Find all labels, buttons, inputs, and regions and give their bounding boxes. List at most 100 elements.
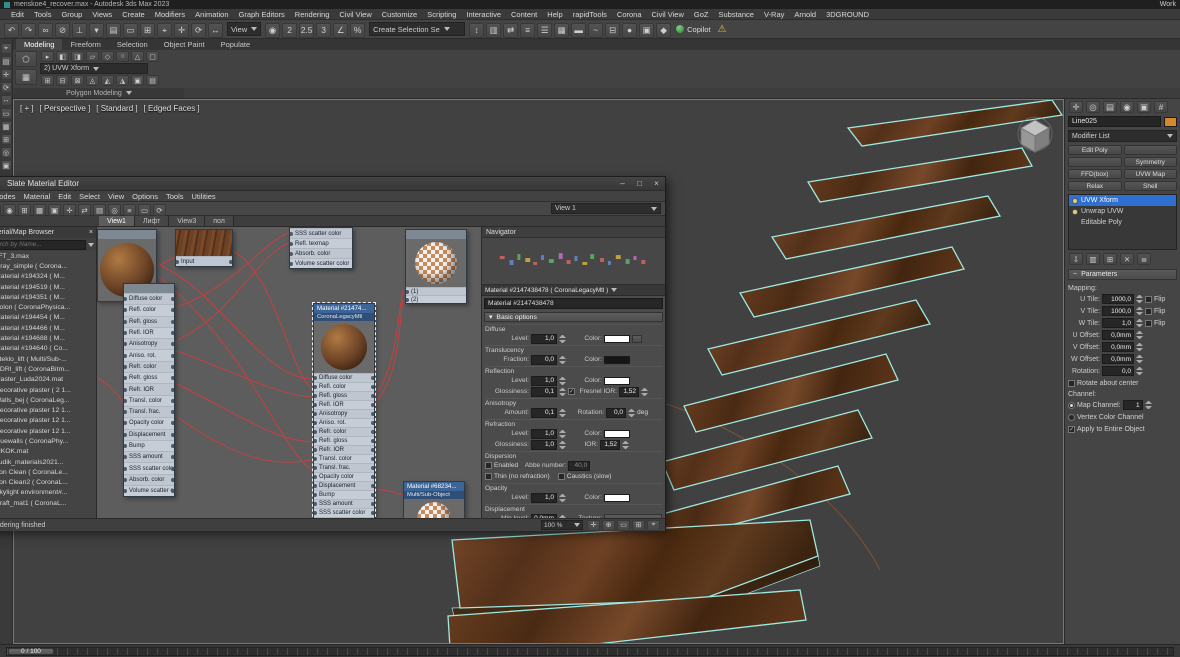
spinner[interactable] <box>559 493 566 503</box>
spinner[interactable] <box>559 334 566 344</box>
opacity-level-field[interactable]: 1,0 <box>531 493 557 503</box>
parameters-rollout[interactable]: −Parameters <box>1068 269 1177 280</box>
flip-checkbox[interactable] <box>1145 296 1152 303</box>
corona-material-slots-node[interactable]: Diffuse colorRefl. colorRefl. glossRefl.… <box>123 283 175 497</box>
viewport-label-part[interactable]: [ Perspective ] <box>40 104 91 113</box>
input-socket[interactable] <box>124 297 127 301</box>
ribbon-tool-icon[interactable]: ▱ <box>86 51 99 62</box>
input-socket[interactable] <box>290 262 293 266</box>
input-socket[interactable] <box>314 403 317 407</box>
node-slot[interactable]: Transl. frac. <box>124 406 174 417</box>
spinner[interactable] <box>559 429 566 439</box>
input-socket[interactable] <box>314 457 317 461</box>
output-socket[interactable] <box>371 511 374 515</box>
ribbon-tab[interactable]: Modeling <box>16 39 62 50</box>
menu-item[interactable]: Utilities <box>188 192 220 201</box>
ribbon-tool-icon[interactable]: ◨ <box>71 51 84 62</box>
node-slot[interactable]: Refl. gloss <box>124 316 174 327</box>
undo-icon[interactable]: ↶ <box>4 23 19 38</box>
zoom-selected-icon[interactable]: ⌖ <box>647 520 660 531</box>
offset-value-field[interactable]: 0,0mm <box>1102 354 1134 364</box>
material-editor-titlebar[interactable]: Slate Material Editor –□× <box>0 177 665 191</box>
modifier-button[interactable]: UVW Map <box>1124 169 1178 179</box>
render-setup-icon[interactable]: ▣ <box>639 23 654 38</box>
me-select-tool-icon[interactable]: ◎ <box>108 204 121 216</box>
spinner[interactable] <box>1136 366 1143 376</box>
material-list-item[interactable]: Decorative plaster 12 1... <box>0 426 96 436</box>
anisotropy-rotation-field[interactable]: 0,0 <box>606 408 626 418</box>
utilities-tab[interactable]: # <box>1154 101 1168 113</box>
stair-step[interactable] <box>808 148 1032 202</box>
input-socket[interactable] <box>124 421 127 425</box>
spinner[interactable] <box>559 387 566 397</box>
me-update-icon[interactable]: ⟳ <box>153 204 166 216</box>
node-slot[interactable]: SSS scatter color <box>290 228 352 238</box>
flip-checkbox[interactable] <box>1145 308 1152 315</box>
spinner[interactable] <box>641 387 648 397</box>
output-socket[interactable] <box>171 354 174 358</box>
rotation-value-field[interactable]: 0,0 <box>1102 366 1134 376</box>
input-socket[interactable] <box>124 342 127 346</box>
node-slot[interactable]: Transl. frac. <box>314 463 374 472</box>
displacement-min-field[interactable]: 0,0mm <box>531 514 557 519</box>
input-socket[interactable] <box>290 242 293 246</box>
parameter-panel-header[interactable]: Material #2147438478 ( CoronaLegacyMtl ) <box>482 285 665 296</box>
menu-item[interactable]: 3DGROUND <box>821 10 874 19</box>
viewport-label-part[interactable]: [ Standard ] <box>96 104 137 113</box>
diffuse-color-swatch[interactable] <box>604 335 630 343</box>
output-socket[interactable] <box>371 385 374 389</box>
input-socket[interactable] <box>124 365 127 369</box>
menu-item[interactable]: Rendering <box>290 10 335 19</box>
node-slot[interactable]: SSS scatter color <box>314 508 374 517</box>
percent-snap-icon[interactable]: % <box>350 23 365 38</box>
node-slot[interactable]: Refl. color <box>124 304 174 315</box>
node-slot[interactable]: Diffuse color <box>124 293 174 304</box>
spinner[interactable] <box>559 355 566 365</box>
spinner[interactable] <box>1136 342 1143 352</box>
select-by-name-icon[interactable]: ▤ <box>1 56 12 67</box>
input-socket[interactable] <box>314 412 317 416</box>
input-socket[interactable] <box>314 430 317 434</box>
material-list-item[interactable]: Material #194640 ( Co... <box>0 344 96 354</box>
modifier-button[interactable]: Relax <box>1068 181 1122 191</box>
node-slot[interactable]: Absorb. color <box>290 248 352 258</box>
node-slot[interactable]: (2) <box>406 295 466 303</box>
snap-2d-icon[interactable]: 2 <box>282 23 297 38</box>
input-socket[interactable] <box>406 298 409 302</box>
input-socket[interactable] <box>314 385 317 389</box>
navigator-map[interactable] <box>482 238 665 285</box>
me-show-end-result-icon[interactable]: ▣ <box>48 204 61 216</box>
flip-checkbox[interactable] <box>1145 320 1152 327</box>
anisotropy-amount-field[interactable]: 0,1 <box>531 408 557 418</box>
modify-tab[interactable]: ◎ <box>1086 101 1100 113</box>
output-socket[interactable] <box>371 412 374 416</box>
object-color-swatch[interactable] <box>1164 117 1177 127</box>
ribbon-tool-icon[interactable]: ▸ <box>41 51 54 62</box>
spinner[interactable] <box>559 376 566 386</box>
output-socket[interactable] <box>171 365 174 369</box>
window-button[interactable]: – <box>614 177 631 190</box>
input-socket[interactable] <box>124 331 127 335</box>
ribbon-tool-icon[interactable]: ▣ <box>131 75 144 86</box>
ribbon-panel-caption[interactable]: Polygon Modeling <box>14 88 184 98</box>
menu-item[interactable]: Arnold <box>789 10 821 19</box>
menu-item[interactable]: Modifiers <box>150 10 190 19</box>
input-socket[interactable] <box>124 308 127 312</box>
modifier-button[interactable]: Edit Poly <box>1068 145 1122 155</box>
viewport-label-part[interactable]: [ + ] <box>20 104 34 113</box>
node-slot[interactable]: Bump <box>124 440 174 451</box>
menu-item[interactable]: Views <box>87 10 117 19</box>
layer-explorer-icon[interactable]: ▦ <box>554 23 569 38</box>
output-socket[interactable] <box>171 388 174 392</box>
input-socket[interactable] <box>314 475 317 479</box>
me-material-id-icon[interactable]: ▤ <box>93 204 106 216</box>
ribbon-tool-icon[interactable]: ▤ <box>146 75 159 86</box>
node-slot[interactable]: Absorb. color <box>314 517 374 518</box>
curve-editor-icon[interactable]: ~ <box>588 23 603 38</box>
configure-modifier-icon[interactable]: ≣ <box>1137 253 1151 265</box>
input-socket[interactable] <box>406 290 409 294</box>
ribbon-tab[interactable]: Object Paint <box>156 39 213 50</box>
menu-item[interactable]: Create <box>117 10 150 19</box>
navigator-panel-header[interactable]: Navigator <box>482 227 665 238</box>
ribbon-tab[interactable]: Freeform <box>62 39 108 50</box>
